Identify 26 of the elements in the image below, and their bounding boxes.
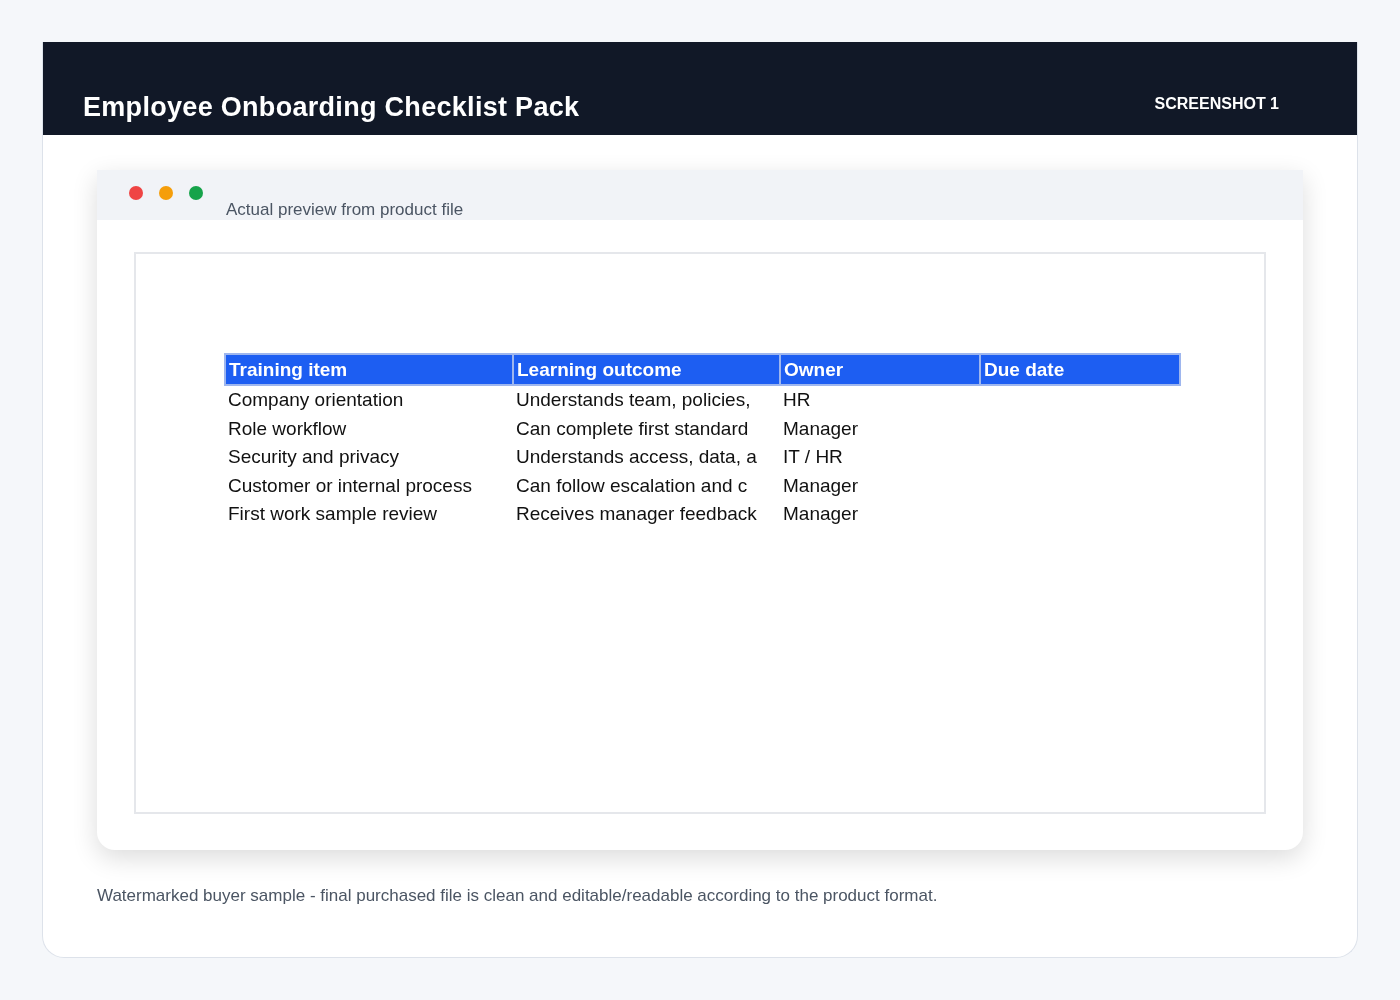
- page-title: Employee Onboarding Checklist Pack: [83, 92, 580, 123]
- table-cell-text: Role workflow: [227, 416, 348, 441]
- table-cell-text: First work sample review: [227, 502, 439, 527]
- close-dot-icon: [129, 186, 143, 200]
- table-cell-text: Can complete first standard: [515, 416, 750, 441]
- table-cell-text: Customer or internal process: [227, 473, 473, 498]
- table-cell-text: Manager: [782, 416, 859, 441]
- column-header: Training item: [225, 354, 513, 385]
- column-header: Learning outcome: [513, 354, 780, 385]
- table-cell: HR: [780, 385, 980, 415]
- table-cell-text: Manager: [782, 502, 859, 527]
- table-cell: Company orientation: [225, 385, 513, 415]
- window-caption: Actual preview from product file: [226, 200, 464, 220]
- table-cell-text: Manager: [782, 473, 859, 498]
- table-cell-text: IT / HR: [782, 445, 844, 470]
- table-cell-text: Can follow escalation and c: [515, 473, 749, 498]
- maximize-dot-icon: [189, 186, 203, 200]
- table-cell-text: Receives manager feedback: [515, 502, 758, 527]
- column-header: Due date: [980, 354, 1180, 385]
- table-cell: Understands team, policies,: [513, 385, 780, 415]
- screenshot-label: SCREENSHOT 1: [1154, 95, 1279, 114]
- minimize-dot-icon: [159, 186, 173, 200]
- footnote: Watermarked buyer sample - final purchased file is clean and editable/readable according to the product format.: [97, 886, 939, 906]
- column-header: Owner: [780, 354, 980, 385]
- table-cell-text: Security and privacy: [227, 445, 401, 470]
- table-cell-text: Understands access, data, a: [515, 445, 758, 470]
